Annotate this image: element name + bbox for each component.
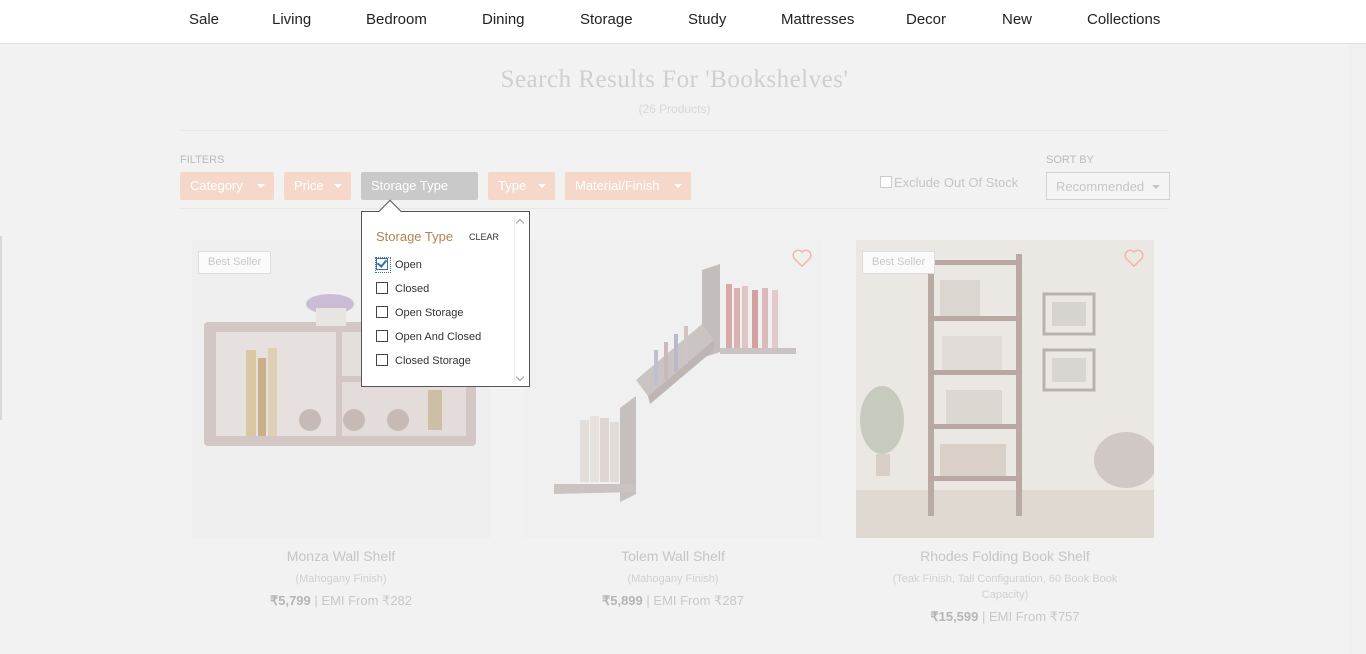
product-card[interactable]: Best Seller Rhodes Folding Book Shelf (T… bbox=[856, 240, 1154, 625]
best-seller-badge: Best Seller bbox=[198, 251, 272, 274]
product-name[interactable]: Monza Wall Shelf bbox=[192, 548, 490, 564]
top-nav: Sale Living Bedroom Dining Storage Study… bbox=[0, 0, 1366, 44]
filter-category-label: Category bbox=[190, 178, 243, 193]
filter-price-label: Price bbox=[294, 178, 324, 193]
option-label: Closed Storage bbox=[395, 355, 471, 367]
product-finish: (Mahogany Finish) bbox=[295, 573, 387, 585]
page-scrollbar[interactable] bbox=[1349, 44, 1366, 654]
option-open-and-closed[interactable]: Open And Closed bbox=[376, 330, 481, 348]
filters-label: FILTERS bbox=[180, 154, 225, 166]
scroll-down-icon[interactable] bbox=[515, 372, 525, 382]
nav-item-bedroom[interactable]: Bedroom bbox=[366, 11, 427, 28]
product-image[interactable] bbox=[524, 240, 822, 538]
product-price-value: ₹5,899 bbox=[601, 593, 643, 608]
option-label: Open bbox=[395, 259, 422, 271]
filter-type[interactable]: Type bbox=[488, 172, 555, 200]
dropdown-scrollbar[interactable] bbox=[514, 216, 526, 384]
filter-material-finish[interactable]: Material/Finish bbox=[565, 172, 691, 200]
side-tab-edge[interactable] bbox=[0, 236, 2, 420]
option-label: Open And Closed bbox=[395, 331, 482, 343]
caret-down-icon bbox=[334, 184, 342, 188]
option-checkbox[interactable] bbox=[376, 330, 388, 342]
nav-item-sale[interactable]: Sale bbox=[189, 11, 219, 28]
option-open[interactable]: Open bbox=[375, 257, 422, 276]
product-card[interactable]: Tolem Wall Shelf (Mahogany Finish) ₹5,89… bbox=[524, 240, 822, 609]
product-name[interactable]: Tolem Wall Shelf bbox=[524, 548, 822, 564]
caret-down-icon bbox=[257, 184, 265, 188]
nav-item-collections[interactable]: Collections bbox=[1087, 11, 1160, 28]
caret-down-icon bbox=[674, 184, 682, 188]
product-price: ₹5,899 | EMI From ₹287 bbox=[524, 593, 822, 609]
dropdown-title: Storage Type bbox=[376, 229, 454, 244]
product-emi: | EMI From ₹757 bbox=[982, 609, 1080, 624]
nav-item-new[interactable]: New bbox=[1002, 11, 1032, 28]
clear-button[interactable]: CLEAR bbox=[469, 232, 499, 242]
product-finish: (Mahogany Finish) bbox=[627, 573, 719, 585]
product-price-value: ₹15,599 bbox=[930, 609, 979, 624]
nav-item-storage[interactable]: Storage bbox=[580, 11, 633, 28]
option-closed[interactable]: Closed bbox=[376, 282, 429, 300]
wishlist-heart-icon[interactable] bbox=[791, 248, 813, 268]
checkmark-icon bbox=[376, 257, 388, 268]
option-closed-storage[interactable]: Closed Storage bbox=[376, 354, 471, 372]
wishlist-heart-icon[interactable] bbox=[1123, 248, 1145, 268]
bookshelf-room-image bbox=[856, 240, 1154, 538]
product-name[interactable]: Rhodes Folding Book Shelf bbox=[856, 548, 1154, 564]
sort-by-label: SORT BY bbox=[1046, 154, 1094, 166]
product-price: ₹15,599 | EMI From ₹757 bbox=[856, 609, 1154, 625]
option-label: Closed bbox=[395, 283, 430, 295]
sort-select[interactable]: Recommended bbox=[1046, 172, 1170, 200]
result-count: (26 Products) bbox=[638, 102, 711, 116]
filter-price[interactable]: Price bbox=[284, 172, 351, 200]
caret-down-icon bbox=[1152, 185, 1160, 189]
option-label: Open Storage bbox=[395, 307, 464, 319]
product-price-value: ₹5,799 bbox=[269, 593, 311, 608]
best-seller-badge: Best Seller bbox=[862, 251, 936, 274]
product-emi: | EMI From ₹287 bbox=[646, 593, 745, 608]
filter-type-label: Type bbox=[498, 178, 527, 193]
option-checkbox[interactable] bbox=[376, 306, 388, 318]
nav-item-dining[interactable]: Dining bbox=[482, 11, 525, 28]
nav-item-mattresses[interactable]: Mattresses bbox=[781, 11, 854, 28]
scroll-up-icon[interactable] bbox=[515, 218, 525, 228]
exclude-out-of-stock[interactable]: Exclude Out Of Stock bbox=[880, 175, 1018, 190]
filter-storage-type[interactable]: Storage Type bbox=[361, 172, 478, 200]
zigzag-shelf-image bbox=[554, 264, 796, 502]
title-divider bbox=[180, 130, 1168, 131]
filter-category[interactable]: Category bbox=[180, 172, 274, 200]
product-price: ₹5,799 | EMI From ₹282 bbox=[192, 593, 490, 609]
filter-storage-type-label: Storage Type bbox=[371, 178, 449, 193]
filters-divider bbox=[180, 208, 1168, 209]
option-checkbox[interactable] bbox=[376, 354, 388, 366]
option-open-storage[interactable]: Open Storage bbox=[376, 306, 464, 324]
option-checkbox[interactable] bbox=[376, 282, 388, 294]
exclude-out-of-stock-checkbox[interactable] bbox=[880, 176, 892, 188]
exclude-out-of-stock-label: Exclude Out Of Stock bbox=[894, 175, 1019, 190]
filter-material-finish-label: Material/Finish bbox=[575, 178, 660, 193]
storage-type-dropdown: Storage Type CLEAR Open Closed Open Stor… bbox=[361, 199, 530, 387]
page-title: Search Results For 'Bookshelves' bbox=[500, 66, 849, 93]
sort-select-value: Recommended bbox=[1056, 179, 1145, 194]
product-emi: | EMI From ₹282 bbox=[314, 593, 413, 608]
nav-item-study[interactable]: Study bbox=[688, 11, 726, 28]
product-finish: (Teak Finish, Tall Configuration, 60 Boo… bbox=[892, 573, 1118, 601]
nav-item-living[interactable]: Living bbox=[272, 11, 311, 28]
option-checkbox[interactable] bbox=[375, 257, 391, 273]
nav-item-decor[interactable]: Decor bbox=[906, 11, 946, 28]
caret-down-icon bbox=[538, 184, 546, 188]
product-image[interactable]: Best Seller bbox=[856, 240, 1154, 538]
